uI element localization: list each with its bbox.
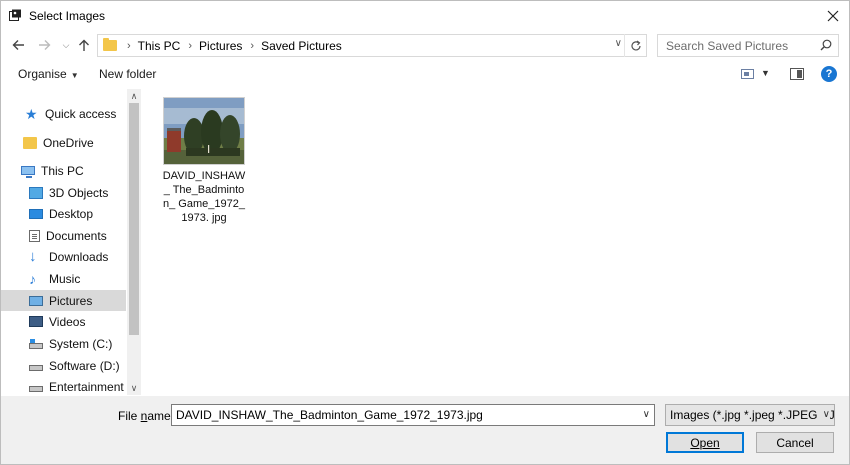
window-title: Select Images: [29, 9, 106, 23]
file-name-value: DAVID_INSHAW_The_Badminton_Game_1972_197…: [176, 408, 483, 422]
breadcrumb-chevron-icon[interactable]: ›: [188, 40, 192, 52]
sidebar-item-software-d[interactable]: Software (D:): [29, 355, 140, 376]
sidebar-item-label: Quick access: [45, 106, 117, 121]
image-thumbnail: [163, 97, 245, 165]
drive-icon: [29, 364, 43, 371]
scrollbar-thumb[interactable]: [129, 103, 139, 335]
back-button[interactable]: [9, 35, 27, 55]
refresh-button[interactable]: [624, 34, 646, 57]
sidebar-item-entertainment-e[interactable]: Entertainment (E: [29, 376, 127, 395]
up-arrow-icon: [79, 39, 89, 51]
sidebar-item-music[interactable]: ♪ Music: [29, 268, 140, 289]
music-note-icon: ♪: [29, 270, 36, 287]
scroll-down-icon[interactable]: ∨: [127, 382, 140, 394]
sidebar-item-downloads[interactable]: ↓ Downloads: [29, 246, 140, 267]
star-icon: ★: [25, 105, 38, 122]
new-folder-button[interactable]: New folder: [99, 67, 156, 81]
sidebar-item-quick-access[interactable]: ★ Quick access: [25, 103, 140, 124]
scroll-up-icon[interactable]: ∧: [127, 90, 140, 102]
sidebar-item-pictures[interactable]: Pictures: [1, 290, 126, 311]
breadcrumb-chevron-icon[interactable]: ›: [127, 40, 131, 52]
sidebar-item-system-c[interactable]: System (C:): [29, 333, 140, 354]
sidebar-item-label: Pictures: [49, 293, 93, 308]
close-icon: [827, 10, 839, 22]
change-view-icon[interactable]: [741, 69, 754, 79]
onedrive-folder-icon: [23, 136, 37, 149]
open-button[interactable]: Open: [666, 432, 744, 453]
sidebar-item-label: Software (D:): [49, 358, 120, 373]
file-type-filter-value: Images (*.jpg *.jpeg *.JPEG *.JP: [670, 408, 835, 422]
system-drive-icon: [29, 338, 43, 349]
pictures-icon: [29, 295, 43, 306]
file-item[interactable]: DAVID_INSHAW_ The_Badminton_ Game_1972_1…: [162, 97, 246, 225]
chevron-down-icon[interactable]: ∨: [643, 409, 650, 420]
documents-icon: [29, 229, 40, 242]
sidebar-item-3d-objects[interactable]: 3D Objects: [29, 182, 140, 203]
forward-arrow-icon: [38, 40, 50, 50]
sidebar-item-label: Documents: [46, 228, 107, 243]
back-arrow-icon: [12, 40, 24, 50]
app-icon: [9, 9, 21, 21]
sidebar-item-this-pc[interactable]: This PC: [21, 160, 140, 181]
sidebar-item-label: OneDrive: [43, 135, 94, 150]
file-name-field[interactable]: DAVID_INSHAW_The_Badminton_Game_1972_197…: [171, 404, 655, 426]
download-arrow-icon: ↓: [29, 247, 37, 265]
sidebar-item-videos[interactable]: Videos: [29, 311, 140, 332]
sidebar-item-label: Entertainment (E: [49, 379, 127, 394]
file-name-label: DAVID_INSHAW_ The_Badminton_ Game_1972_1…: [162, 170, 246, 224]
dialog-footer: File name: DAVID_INSHAW_The_Badminton_Ga…: [1, 396, 849, 464]
organise-label: Organise: [18, 67, 67, 81]
file-open-dialog: Select Images ⌵ › This PC › Pictures › S…: [0, 0, 850, 465]
sidebar-item-label: Downloads: [49, 249, 109, 264]
search-input[interactable]: [664, 37, 814, 54]
navigation-bar: ⌵ › This PC › Pictures › Saved Pictures …: [1, 32, 849, 58]
view-options-chevron-icon[interactable]: ▼: [761, 68, 770, 78]
sidebar-item-label: Music: [49, 271, 81, 286]
sidebar-item-onedrive[interactable]: OneDrive: [23, 132, 140, 153]
sidebar-item-documents[interactable]: Documents: [29, 225, 140, 246]
up-button[interactable]: [75, 35, 93, 55]
breadcrumb-pictures[interactable]: Pictures: [199, 39, 242, 53]
sidebar-item-label: Desktop: [49, 206, 94, 221]
nav-pane-scrollbar[interactable]: ∧ ∨: [127, 89, 140, 395]
search-icon: [820, 39, 832, 51]
organise-button[interactable]: Organise ▼: [18, 67, 79, 81]
help-icon[interactable]: ?: [821, 66, 837, 82]
sidebar-item-label: This PC: [41, 163, 84, 178]
painting-thumbnail-icon: [164, 98, 244, 164]
address-bar[interactable]: › This PC › Pictures › Saved Pictures ∨: [97, 34, 647, 57]
file-list-pane: DAVID_INSHAW_ The_Badminton_ Game_1972_1…: [142, 89, 849, 395]
forward-button[interactable]: [35, 35, 53, 55]
file-name-field-label: File name:: [118, 409, 175, 423]
desktop-icon: [29, 208, 43, 219]
address-dropdown-icon[interactable]: ∨: [615, 38, 622, 49]
sidebar-item-label: System (C:): [49, 336, 113, 351]
sidebar-item-desktop[interactable]: Desktop: [29, 203, 140, 224]
drive-icon: [29, 385, 43, 392]
breadcrumb-saved-pictures[interactable]: Saved Pictures: [261, 39, 342, 53]
refresh-icon: [630, 40, 641, 50]
preview-pane-icon[interactable]: [790, 68, 804, 80]
cancel-button-label: Cancel: [776, 435, 814, 450]
breadcrumb-this-pc[interactable]: This PC: [138, 39, 181, 53]
folder-icon: [103, 38, 117, 51]
chevron-down-icon: ▼: [70, 71, 79, 80]
open-button-label: Open: [690, 435, 720, 450]
search-box[interactable]: [657, 34, 839, 57]
navigation-pane: ★ Quick access OneDrive This PC 3D Objec…: [1, 89, 141, 395]
3d-objects-icon: [29, 186, 43, 199]
file-type-filter-select[interactable]: Images (*.jpg *.jpeg *.JPEG *.JP ∨: [665, 404, 835, 426]
title-bar: Select Images: [1, 1, 849, 31]
recent-locations-button[interactable]: ⌵: [57, 35, 75, 55]
computer-icon: [21, 166, 35, 178]
breadcrumb-chevron-icon[interactable]: ›: [250, 40, 254, 52]
sidebar-item-label: 3D Objects: [49, 185, 109, 200]
chevron-down-icon: ∨: [820, 409, 830, 420]
command-bar: Organise ▼ New folder ▼ ?: [1, 60, 849, 89]
sidebar-item-label: Videos: [49, 314, 86, 329]
chevron-down-icon: ⌵: [62, 39, 70, 50]
cancel-button[interactable]: Cancel: [756, 432, 834, 453]
close-button[interactable]: [817, 1, 849, 31]
videos-icon: [29, 316, 43, 327]
